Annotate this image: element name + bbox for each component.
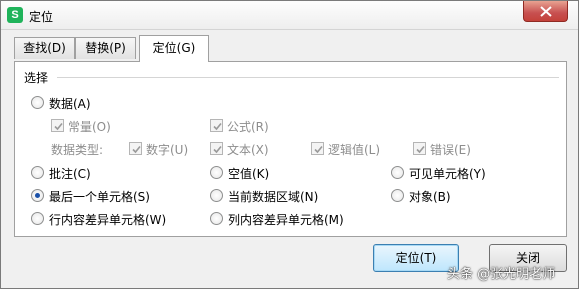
- tab-replace[interactable]: 替换(P): [75, 37, 136, 59]
- label-row-differences: 行内容差异单元格(W): [49, 213, 167, 227]
- label-formula: 公式(R): [227, 120, 269, 134]
- radio-current-region[interactable]: [210, 189, 223, 202]
- wps-app-icon: S: [7, 7, 23, 23]
- label-logical: 逻辑值(L): [328, 143, 381, 157]
- window-close-button[interactable]: [523, 1, 568, 22]
- label-visible-cells: 可见单元格(Y): [409, 167, 486, 181]
- checkmark-icon: [213, 145, 222, 154]
- checkmark-icon: [54, 122, 63, 131]
- watermark: 头条 @张光明老师: [447, 267, 556, 282]
- group-label: 选择: [24, 69, 52, 86]
- label-objects: 对象(B): [409, 190, 451, 204]
- tab-panel: 选择 数据(A) 常量(O) 公式(R) 数据类型: 数字(U) 文本(X) 逻…: [14, 61, 567, 237]
- checkbox-logical[interactable]: [311, 142, 324, 155]
- label-current-region: 当前数据区域(N): [228, 190, 319, 204]
- radio-column-differences[interactable]: [210, 212, 223, 225]
- checkmark-icon: [416, 145, 425, 154]
- checkbox-number[interactable]: [129, 142, 142, 155]
- radio-data[interactable]: [31, 96, 44, 109]
- radio-last-cell[interactable]: [31, 189, 44, 202]
- checkbox-text[interactable]: [210, 142, 223, 155]
- label-number: 数字(U): [146, 143, 189, 157]
- checkbox-error[interactable]: [413, 142, 426, 155]
- radio-blanks[interactable]: [210, 166, 223, 179]
- radio-comments[interactable]: [31, 166, 44, 179]
- group-divider: [57, 77, 559, 78]
- checkmark-icon: [314, 145, 323, 154]
- tab-goto[interactable]: 定位(G): [139, 35, 209, 62]
- radio-row-differences[interactable]: [31, 212, 44, 225]
- label-text: 文本(X): [227, 143, 269, 157]
- checkmark-icon: [213, 122, 222, 131]
- label-error: 错误(E): [430, 143, 471, 157]
- checkbox-formula[interactable]: [210, 119, 223, 132]
- title-bar: S 定位: [1, 1, 578, 30]
- dialog-title: 定位: [29, 10, 54, 24]
- tab-find[interactable]: 查找(D): [14, 37, 75, 59]
- close-icon: [540, 6, 552, 17]
- checkmark-icon: [132, 145, 141, 154]
- label-last-cell: 最后一个单元格(S): [49, 190, 150, 204]
- label-constant: 常量(O): [68, 120, 111, 134]
- label-data: 数据(A): [49, 97, 91, 111]
- data-type-label: 数据类型:: [51, 143, 104, 157]
- label-comments: 批注(C): [49, 167, 91, 181]
- checkbox-constant[interactable]: [51, 119, 64, 132]
- goto-dialog: S 定位 查找(D) 替换(P) 定位(G) 选择 数据(A) 常量(O) 公式…: [0, 0, 579, 289]
- radio-objects[interactable]: [391, 189, 404, 202]
- label-column-differences: 列内容差异单元格(M): [228, 213, 344, 227]
- label-blanks: 空值(K): [228, 167, 270, 181]
- radio-visible-cells[interactable]: [391, 166, 404, 179]
